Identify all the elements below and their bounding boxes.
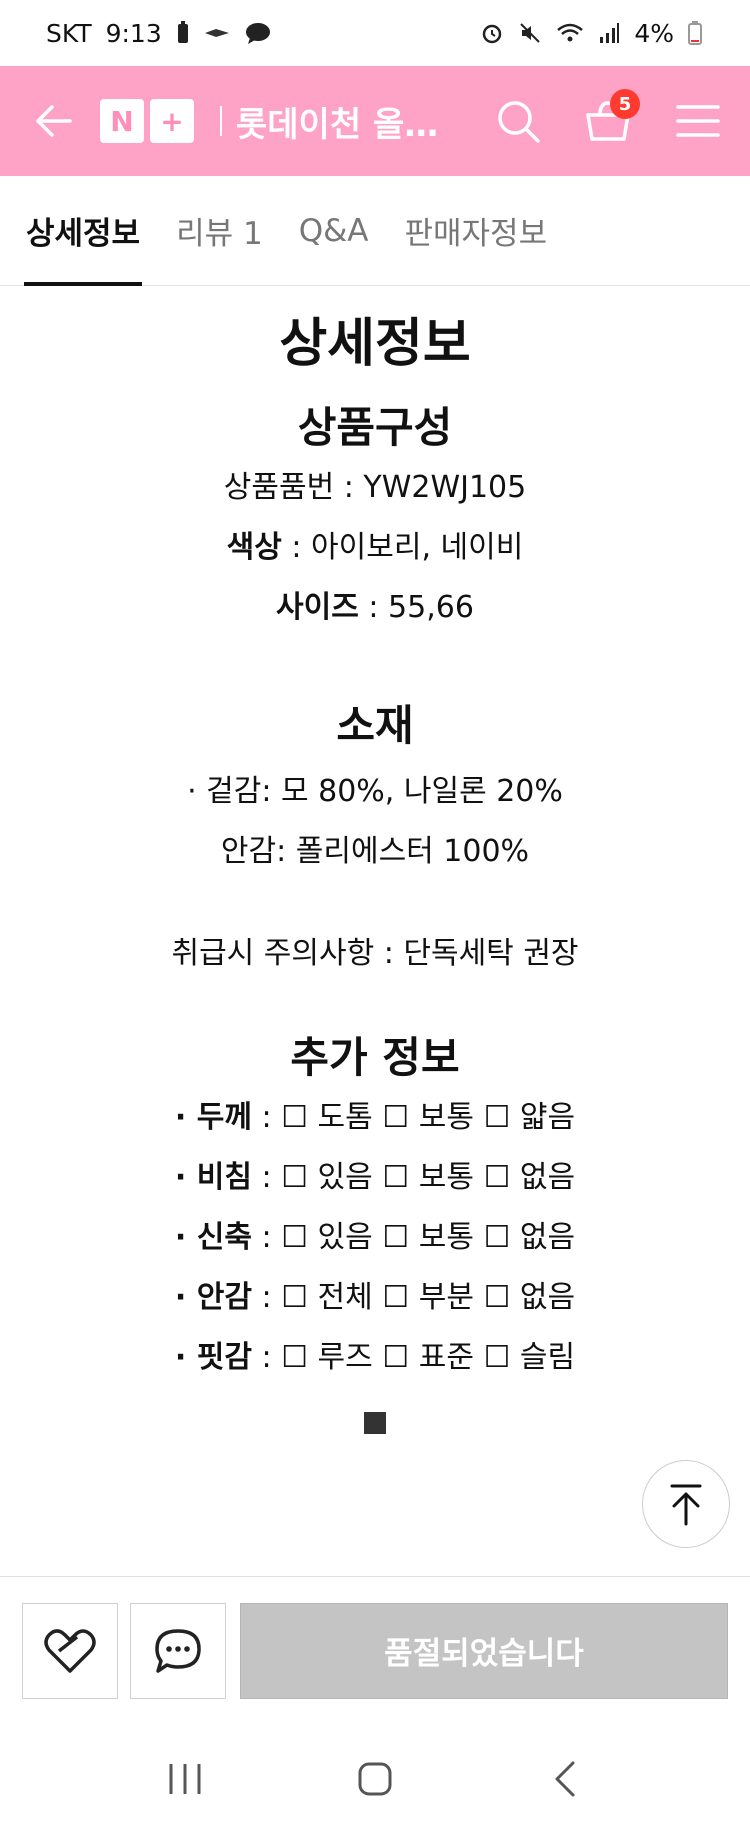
- extra-row-stretch: · 신축 : ☐ 있음 ☐ 보통 ☐ 없음: [174, 1220, 576, 1255]
- hamburger-icon: [676, 105, 720, 137]
- app-notification-icon: [204, 26, 230, 40]
- detail-tabs: 상세정보 리뷰 1 Q&A 판매자정보: [0, 176, 750, 286]
- battery-percent: 4%: [634, 18, 674, 48]
- color-line: 색상 : 아이보리, 네이비: [0, 518, 750, 578]
- tab-detail[interactable]: 상세정보: [23, 176, 143, 286]
- composition-heading: 상품구성: [297, 403, 453, 452]
- extra-info-heading: 추가 정보: [290, 1033, 460, 1082]
- extra-row-thickness: · 두께 : ☐ 도톰 ☐ 보통 ☐ 얇음: [174, 1100, 576, 1135]
- arrow-left-icon: [36, 105, 72, 137]
- carrier-label: SKT: [46, 18, 92, 48]
- brand-n: N: [100, 99, 144, 143]
- soldout-button[interactable]: 품절되었습니다: [240, 1602, 728, 1699]
- menu-button[interactable]: [670, 93, 726, 149]
- size-label: 사이즈: [276, 590, 359, 625]
- time-label: 9:13: [105, 18, 162, 48]
- lining-material: 안감: 폴리에스터 100%: [220, 834, 530, 869]
- brand-logo[interactable]: N +: [100, 99, 194, 143]
- alarm-icon: [480, 21, 504, 45]
- recent-apps-icon: [169, 1764, 201, 1794]
- bottom-action-bar: 품절되었습니다: [0, 1576, 750, 1724]
- tab-qna[interactable]: Q&A: [299, 176, 369, 286]
- arrow-up-icon: [670, 1484, 702, 1526]
- heart-icon: [44, 1628, 96, 1673]
- detail-title: 상세정보: [279, 314, 471, 374]
- outer-material: · 겉감: 모 80%, 나일론 20%: [187, 774, 563, 809]
- search-icon: [498, 101, 540, 143]
- color-label: 색상: [226, 530, 282, 565]
- care-instructions: 취급시 주의사항 : 단독세탁 권장: [171, 936, 579, 971]
- store-title: 롯데이천 올…: [236, 104, 439, 145]
- cart-count-badge: 5: [610, 89, 640, 119]
- tab-seller-info[interactable]: 판매자정보: [405, 176, 548, 286]
- battery-saver-icon: [176, 21, 190, 45]
- home-icon: [358, 1762, 392, 1796]
- size-line: 사이즈 : 55,66: [0, 578, 750, 638]
- home-button[interactable]: [335, 1739, 415, 1819]
- product-detail-content: 상세정보 상품구성 상품품번 : YW2WJ105 색상 : 아이보리, 네이비…: [0, 286, 750, 1438]
- system-back-button[interactable]: [525, 1739, 605, 1819]
- product-code-line: 상품품번 : YW2WJ105: [0, 458, 750, 518]
- system-navigation-bar: [0, 1724, 750, 1834]
- extra-row-lining: · 안감 : ☐ 전체 ☐ 부분 ☐ 없음: [174, 1280, 576, 1315]
- back-button[interactable]: [26, 93, 82, 149]
- header-divider: [220, 106, 222, 136]
- search-button[interactable]: [490, 93, 546, 149]
- scroll-top-button[interactable]: [642, 1460, 730, 1548]
- chat-button[interactable]: [130, 1602, 226, 1699]
- battery-icon: [688, 21, 702, 45]
- brand-plus: +: [150, 99, 194, 143]
- signal-icon: [598, 22, 620, 44]
- status-bar: SKT 9:13 4%: [0, 0, 750, 66]
- material-heading: 소재: [336, 701, 414, 750]
- mute-icon: [518, 21, 542, 45]
- extra-row-fit: · 핏감 : ☐ 루즈 ☐ 표준 ☐ 슬림: [174, 1340, 576, 1375]
- cart-button[interactable]: 5: [580, 89, 640, 149]
- wishlist-button[interactable]: [22, 1602, 118, 1699]
- chat-notification-icon: [244, 21, 272, 45]
- recent-apps-button[interactable]: [145, 1739, 225, 1819]
- product-code-value: : YW2WJ105: [334, 470, 527, 505]
- product-code-label: 상품품번: [223, 470, 335, 505]
- chat-bubble-icon: [155, 1628, 201, 1673]
- black-square-bullet: [364, 1412, 386, 1434]
- app-header: N + 롯데이천 올… 5: [0, 66, 750, 176]
- color-value: : 아이보리, 네이비: [281, 530, 524, 565]
- chevron-left-icon: [555, 1761, 575, 1797]
- size-value: : 55,66: [358, 590, 474, 625]
- wifi-icon: [556, 22, 584, 44]
- tab-reviews[interactable]: 리뷰 1: [176, 176, 263, 286]
- extra-row-transparency: · 비침 : ☐ 있음 ☐ 보통 ☐ 없음: [174, 1160, 576, 1195]
